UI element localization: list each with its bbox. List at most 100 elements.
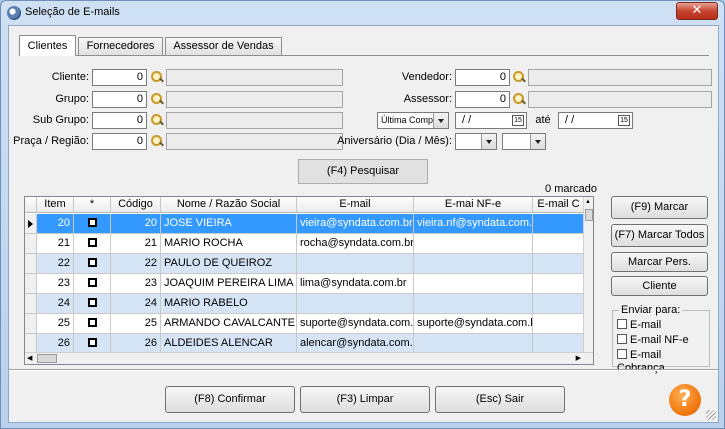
row-indicator[interactable] xyxy=(25,334,37,354)
praca-code-input[interactable]: 0 xyxy=(92,133,147,150)
checkbox-icon[interactable] xyxy=(87,217,97,227)
cell-nome[interactable]: PAULO DE QUEIROZ xyxy=(161,254,297,274)
cell-item[interactable]: 22 xyxy=(37,254,74,274)
cell-nome[interactable]: JOSE VIEIRA xyxy=(161,214,297,234)
cell-email-nfe[interactable] xyxy=(414,334,533,354)
vendedor-code-input[interactable]: 0 xyxy=(455,69,510,86)
calendar-icon[interactable]: 15 xyxy=(618,115,630,126)
sair-button[interactable]: (Esc) Sair xyxy=(435,386,565,413)
search-icon[interactable] xyxy=(512,92,526,106)
confirmar-button[interactable]: (F8) Confirmar xyxy=(165,386,295,413)
cell-item[interactable]: 20 xyxy=(37,214,74,234)
row-indicator[interactable] xyxy=(25,274,37,294)
horizontal-scrollbar[interactable]: ◀ ▶ xyxy=(25,352,593,364)
cell-item[interactable]: 21 xyxy=(37,234,74,254)
tab-assessor-vendas[interactable]: Assessor de Vendas xyxy=(165,37,282,55)
close-button[interactable]: ✕ xyxy=(676,2,718,20)
search-icon[interactable] xyxy=(150,70,164,84)
cell-item[interactable]: 25 xyxy=(37,314,74,334)
tab-clientes[interactable]: Clientes xyxy=(19,35,76,56)
column-header-email[interactable]: E-mail xyxy=(297,197,414,213)
cell-mark[interactable] xyxy=(74,214,111,234)
column-header-email-cobranca[interactable]: E-mail C xyxy=(533,197,585,213)
row-pointer-icon[interactable] xyxy=(25,214,37,234)
table-row[interactable]: 26 26 ALDEIDES ALENCAR alencar@syndata.com.… xyxy=(25,334,593,354)
cell-codigo[interactable]: 22 xyxy=(111,254,161,274)
tab-fornecedores[interactable]: Fornecedores xyxy=(78,37,163,55)
cell-codigo[interactable]: 24 xyxy=(111,294,161,314)
cell-email[interactable] xyxy=(297,294,414,314)
cell-email-nfe[interactable] xyxy=(414,274,533,294)
vertical-scrollbar[interactable]: ▲ xyxy=(583,197,593,352)
cell-nome[interactable]: JOAQUIM PEREIRA LIMA xyxy=(161,274,297,294)
subgrupo-code-input[interactable]: 0 xyxy=(92,112,147,129)
cell-mark[interactable] xyxy=(74,254,111,274)
limpar-button[interactable]: (F3) Limpar xyxy=(300,386,430,413)
checkbox-icon[interactable] xyxy=(87,257,97,267)
date-from-picker[interactable]: / / 15 xyxy=(455,112,527,129)
checkbox-icon[interactable] xyxy=(87,317,97,327)
column-header-nome[interactable]: Nome / Razão Social xyxy=(161,197,297,213)
enviar-email-checkbox[interactable]: E-mail xyxy=(617,319,661,333)
email-grid[interactable]: Item * Código Nome / Razão Social E-mail… xyxy=(24,196,594,365)
checkbox-icon[interactable] xyxy=(87,337,97,347)
assessor-code-input[interactable]: 0 xyxy=(455,91,510,108)
cell-email-cobranca[interactable] xyxy=(533,214,585,234)
table-row[interactable]: 21 21 MARIO ROCHA rocha@syndata.com.br xyxy=(25,234,593,254)
table-row[interactable]: 22 22 PAULO DE QUEIROZ xyxy=(25,254,593,274)
pesquisar-button[interactable]: (F4) Pesquisar xyxy=(298,159,428,184)
cell-codigo[interactable]: 26 xyxy=(111,334,161,354)
checkbox-icon[interactable] xyxy=(87,297,97,307)
cell-item[interactable]: 26 xyxy=(37,334,74,354)
cell-email-cobranca[interactable] xyxy=(533,234,585,254)
cell-codigo[interactable]: 25 xyxy=(111,314,161,334)
scroll-up-icon[interactable]: ▲ xyxy=(585,199,591,205)
scroll-right-icon[interactable]: ▶ xyxy=(576,354,581,362)
cell-email-cobranca[interactable] xyxy=(533,254,585,274)
birthday-day-select[interactable] xyxy=(455,133,497,150)
row-indicator[interactable] xyxy=(25,254,37,274)
checkbox-icon[interactable] xyxy=(617,319,627,330)
cell-nome[interactable]: MARIO RABELO xyxy=(161,294,297,314)
cliente-code-input[interactable]: 0 xyxy=(92,69,147,86)
cell-codigo[interactable]: 23 xyxy=(111,274,161,294)
marcar-todos-button[interactable]: (F7) Marcar Todos xyxy=(611,224,708,247)
cell-email-nfe[interactable] xyxy=(414,234,533,254)
grupo-code-input[interactable]: 0 xyxy=(92,91,147,108)
period-type-select[interactable]: Última Compra xyxy=(377,112,449,129)
enviar-email-cobranca-checkbox[interactable]: E-mail Cobrança xyxy=(617,349,709,374)
cell-email-cobranca[interactable] xyxy=(533,314,585,334)
resize-grip-icon[interactable] xyxy=(706,410,716,420)
column-header-item[interactable]: Item xyxy=(37,197,74,213)
cell-nome[interactable]: ARMANDO CAVALCANTE xyxy=(161,314,297,334)
cell-mark[interactable] xyxy=(74,274,111,294)
marcar-button[interactable]: (F9) Marcar xyxy=(611,196,708,219)
cliente-button[interactable]: Cliente xyxy=(611,276,708,296)
cell-email-nfe[interactable] xyxy=(414,294,533,314)
search-icon[interactable] xyxy=(150,113,164,127)
cell-email[interactable]: rocha@syndata.com.br xyxy=(297,234,414,254)
table-row[interactable]: 24 24 MARIO RABELO xyxy=(25,294,593,314)
cell-mark[interactable] xyxy=(74,334,111,354)
cell-nome[interactable]: ALDEIDES ALENCAR xyxy=(161,334,297,354)
help-icon[interactable]: ? xyxy=(669,384,701,416)
scroll-left-icon[interactable]: ◀ xyxy=(27,354,32,362)
cell-item[interactable]: 24 xyxy=(37,294,74,314)
checkbox-icon[interactable] xyxy=(617,349,627,360)
cell-email-nfe[interactable]: vieira.nf@syndata.com.br xyxy=(414,214,533,234)
table-row[interactable]: 23 23 JOAQUIM PEREIRA LIMA lima@syndata.com… xyxy=(25,274,593,294)
marcar-pers-button[interactable]: Marcar Pers. xyxy=(611,252,708,272)
cell-email[interactable]: alencar@syndata.com.br xyxy=(297,334,414,354)
search-icon[interactable] xyxy=(150,134,164,148)
table-row[interactable]: 25 25 ARMANDO CAVALCANTE suporte@syndata.co… xyxy=(25,314,593,334)
date-to-picker[interactable]: / / 15 xyxy=(558,112,633,129)
cell-email[interactable]: lima@syndata.com.br xyxy=(297,274,414,294)
cell-mark[interactable] xyxy=(74,294,111,314)
checkbox-icon[interactable] xyxy=(87,277,97,287)
scroll-thumb[interactable] xyxy=(585,209,593,221)
cell-item[interactable]: 23 xyxy=(37,274,74,294)
row-indicator[interactable] xyxy=(25,314,37,334)
row-indicator[interactable] xyxy=(25,234,37,254)
scroll-thumb[interactable] xyxy=(37,354,57,363)
checkbox-icon[interactable] xyxy=(87,237,97,247)
